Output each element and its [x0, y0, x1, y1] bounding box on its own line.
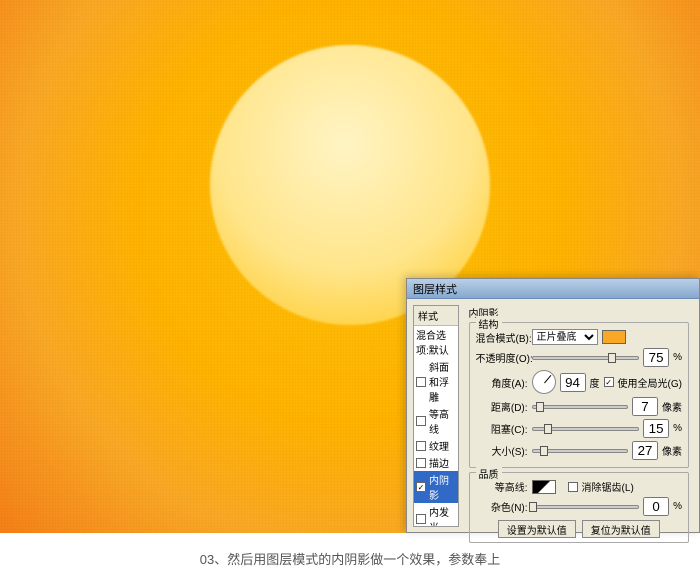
label: 杂色(N): — [476, 499, 528, 514]
style-checkbox[interactable] — [416, 514, 426, 524]
style-checkbox[interactable] — [416, 441, 426, 451]
style-label: 内阴影 — [429, 472, 456, 502]
label: 不透明度(O): — [476, 350, 528, 365]
styles-header: 样式 — [414, 306, 458, 326]
style-row[interactable]: 内发光 — [414, 503, 458, 527]
fieldset-title: 品质 — [476, 466, 502, 481]
params-panel: 内阴影 结构 混合模式(B): 正片叠底 不透明度(O): % — [465, 305, 693, 527]
unit: 像素 — [662, 443, 682, 458]
label: 角度(A): — [476, 375, 528, 390]
make-default-button[interactable]: 设置为默认值 — [498, 520, 576, 538]
style-checkbox[interactable] — [416, 416, 426, 426]
opacity-input[interactable] — [643, 348, 669, 367]
distance-input[interactable] — [632, 397, 658, 416]
contour-picker[interactable] — [532, 480, 556, 494]
noise-slider[interactable] — [532, 505, 640, 509]
global-light-checkbox[interactable]: ✓ — [604, 377, 614, 387]
dialog-body: 样式 混合选项:默认 斜面和浮雕等高线纹理描边✓内阴影内发光光泽颜色叠加渐变叠加… — [407, 299, 699, 533]
row-size: 大小(S): 像素 — [476, 441, 682, 460]
style-row[interactable]: 描边 — [414, 454, 458, 471]
reset-default-button[interactable]: 复位为默认值 — [582, 520, 660, 538]
layer-style-dialog: 图层样式 样式 混合选项:默认 斜面和浮雕等高线纹理描边✓内阴影内发光光泽颜色叠… — [406, 278, 700, 533]
row-opacity: 不透明度(O): % — [476, 348, 682, 367]
row-contour: 等高线: 消除锯齿(L) — [476, 479, 682, 494]
label: 等高线: — [476, 479, 528, 494]
row-choke: 阻塞(C): % — [476, 419, 682, 438]
label: 距离(D): — [476, 399, 528, 414]
size-input[interactable] — [632, 441, 658, 460]
dialog-title: 图层样式 — [413, 281, 457, 297]
style-row[interactable]: ✓内阴影 — [414, 471, 458, 503]
dialog-titlebar[interactable]: 图层样式 — [407, 279, 699, 299]
style-label: 斜面和浮雕 — [429, 359, 456, 404]
blend-options-default[interactable]: 混合选项:默认 — [414, 326, 458, 358]
style-row[interactable]: 纹理 — [414, 437, 458, 454]
unit: 像素 — [662, 399, 682, 414]
row-noise: 杂色(N): % — [476, 497, 682, 516]
row-blend-mode: 混合模式(B): 正片叠底 — [476, 329, 682, 345]
style-label: 纹理 — [429, 438, 449, 453]
anti-alias-checkbox[interactable] — [568, 482, 578, 492]
label: 大小(S): — [476, 443, 528, 458]
style-label: 内发光 — [429, 504, 456, 527]
unit: % — [673, 501, 682, 512]
style-checkbox[interactable] — [416, 458, 426, 468]
row-distance: 距离(D): 像素 — [476, 397, 682, 416]
noise-input[interactable] — [643, 497, 669, 516]
style-label: 描边 — [429, 455, 449, 470]
style-checkbox[interactable]: ✓ — [416, 482, 426, 492]
fieldset-title: 结构 — [476, 316, 502, 331]
label: 消除锯齿(L) — [582, 479, 634, 494]
angle-input[interactable] — [560, 373, 586, 392]
choke-input[interactable] — [643, 419, 669, 438]
row-angle: 角度(A): 度 ✓ 使用全局光(G) — [476, 370, 682, 394]
unit: % — [673, 423, 682, 434]
opacity-slider[interactable] — [532, 356, 640, 360]
style-label: 等高线 — [429, 406, 456, 436]
style-row[interactable]: 斜面和浮雕 — [414, 358, 458, 405]
angle-dial[interactable] — [532, 370, 556, 394]
unit: % — [673, 352, 682, 363]
color-swatch[interactable] — [602, 330, 626, 344]
blend-mode-select[interactable]: 正片叠底 — [532, 329, 598, 345]
styles-list: 样式 混合选项:默认 斜面和浮雕等高线纹理描边✓内阴影内发光光泽颜色叠加渐变叠加… — [413, 305, 459, 527]
style-row[interactable]: 等高线 — [414, 405, 458, 437]
default-buttons: 设置为默认值 复位为默认值 — [476, 520, 682, 538]
unit: 度 — [590, 375, 600, 390]
label: 混合选项:默认 — [416, 327, 456, 357]
size-slider[interactable] — [532, 449, 628, 453]
label: 阻塞(C): — [476, 421, 528, 436]
label: 混合模式(B): — [476, 330, 528, 345]
style-checkbox[interactable] — [416, 377, 426, 387]
label: 使用全局光(G) — [618, 375, 682, 390]
distance-slider[interactable] — [532, 405, 628, 409]
structure-fieldset: 结构 混合模式(B): 正片叠底 不透明度(O): % — [469, 322, 689, 468]
panel-title: 内阴影 — [469, 305, 689, 320]
photoshop-canvas: 图层样式 样式 混合选项:默认 斜面和浮雕等高线纹理描边✓内阴影内发光光泽颜色叠… — [0, 0, 700, 533]
choke-slider[interactable] — [532, 427, 640, 431]
quality-fieldset: 品质 等高线: 消除锯齿(L) 杂色(N): % — [469, 472, 689, 543]
